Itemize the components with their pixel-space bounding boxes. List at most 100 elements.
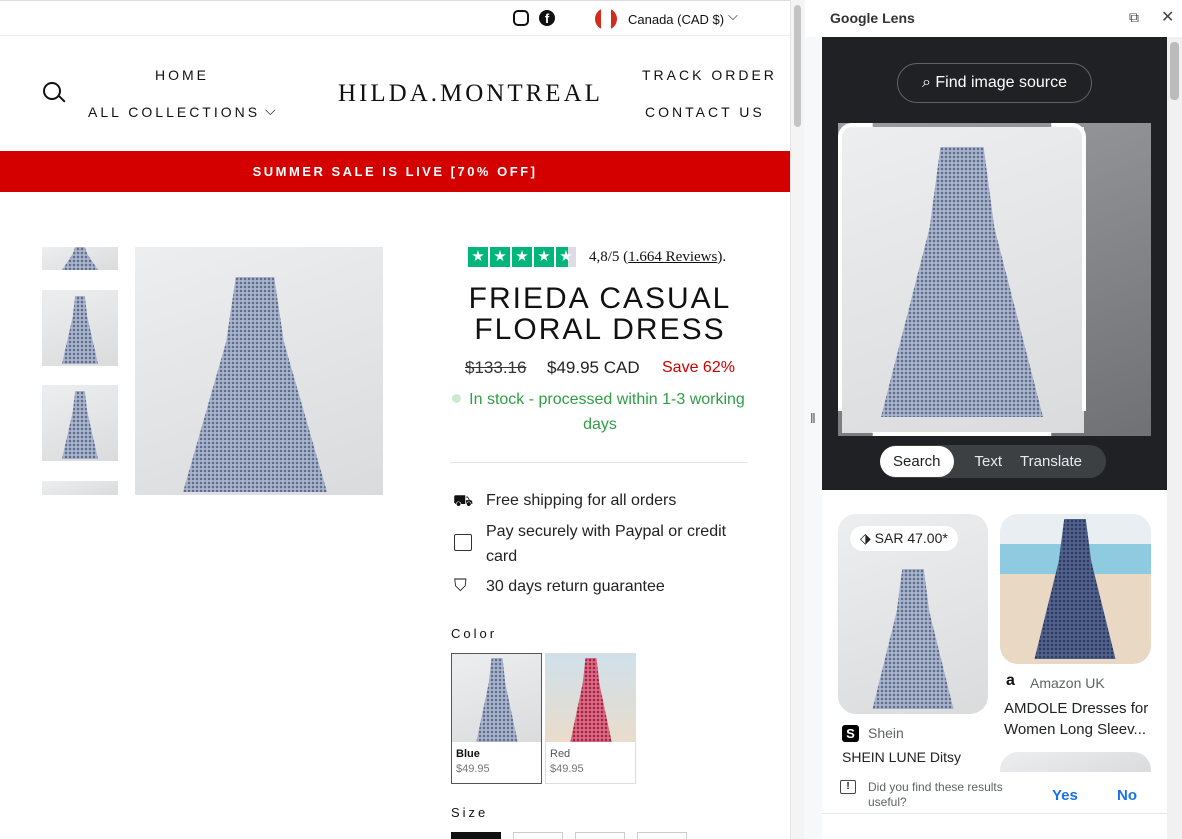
search-icon-handle	[58, 95, 66, 103]
product-title: FRIEDA CASUAL FLORAL DRESS	[450, 283, 750, 345]
lens-scrollbar[interactable]	[1167, 37, 1182, 839]
swatch-image	[546, 654, 635, 742]
star-icon: ★	[468, 247, 488, 267]
swatch-image	[452, 654, 541, 742]
size-label: Size	[451, 805, 489, 820]
price-tag: ⬗ SAR 47.00*	[850, 526, 958, 551]
title-line: Women Long Sleev...	[1004, 721, 1147, 738]
image-search-icon: ⌕	[921, 74, 936, 91]
size-option[interactable]	[637, 832, 687, 839]
title-line: FLORAL DRESS	[474, 313, 726, 346]
feedback-no-button[interactable]: No	[1117, 787, 1137, 804]
top-bar: f Canada (CAD $) ⌵	[0, 1, 790, 36]
lock-icon	[454, 534, 472, 551]
lens-image-panel: ⌕ Find image source Search Text Translat…	[822, 37, 1167, 490]
nav-home[interactable]: HOME	[155, 67, 209, 83]
instagram-icon[interactable]	[513, 10, 529, 26]
result-card-shein[interactable]: ⬗ SAR 47.00* S Shein SHEIN LUNE Ditsy	[838, 514, 988, 769]
title-line: FRIEDA CASUAL	[468, 282, 732, 315]
divider	[450, 462, 748, 463]
question-line: useful?	[868, 795, 907, 809]
star-icon: ★	[512, 247, 532, 267]
original-price: $133.16	[465, 358, 527, 377]
save-badge: Save 62%	[662, 359, 735, 376]
title-line: AMDOLE Dresses for	[1004, 700, 1149, 717]
lens-results: ⬗ SAR 47.00* S Shein SHEIN LUNE Ditsy a …	[822, 490, 1167, 839]
crop-handles[interactable]	[838, 123, 1086, 436]
sale-banner[interactable]: SUMMER SALE IS LIVE [70% OFF]	[0, 151, 790, 192]
star-rating: ★ ★ ★ ★ ★	[468, 247, 576, 267]
thumbnail[interactable]	[42, 290, 118, 366]
color-swatch-red[interactable]: Red $49.95	[545, 653, 636, 784]
chevron-down-icon: ⌵	[728, 8, 738, 23]
lens-header: Google Lens ⧉ ✕	[805, 0, 1182, 37]
thumbnail[interactable]	[42, 247, 118, 270]
feedback-bar: ! Did you find these results useful? Yes …	[822, 772, 1167, 814]
lens-mode-tabs: Search Text Translate	[880, 445, 1106, 478]
size-option[interactable]	[513, 832, 563, 839]
result-source: Amazon UK	[1030, 675, 1105, 691]
swatch-price: $49.95	[550, 763, 584, 775]
feedback-icon: !	[840, 780, 856, 794]
nav-contact-us[interactable]: CONTACT US	[645, 104, 765, 120]
find-image-source-button[interactable]: ⌕ Find image source	[897, 63, 1092, 103]
question-line: Did you find these results	[868, 780, 1003, 794]
swatch-name: Red	[550, 748, 571, 760]
feature-returns: 30 days return guarantee	[486, 578, 665, 595]
find-source-label: Find image source	[935, 74, 1068, 91]
color-swatch-blue[interactable]: Blue $49.95	[451, 653, 542, 784]
thumbnail[interactable]	[42, 385, 118, 461]
canada-flag-icon	[595, 8, 617, 30]
shield-check-icon: ⛉	[454, 576, 467, 595]
lens-title: Google Lens	[830, 10, 915, 26]
currency-selector[interactable]: Canada (CAD $)	[628, 12, 724, 27]
result-title: SHEIN LUNE Ditsy	[842, 749, 962, 765]
chevron-down-icon: ⌵	[265, 102, 276, 118]
stock-status: In stock - processed within 1-3 working d…	[450, 387, 750, 437]
feedback-question: Did you find these results useful?	[868, 780, 1003, 810]
shop-page: f Canada (CAD $) ⌵ HOME ALL COLLECTIONS …	[0, 0, 790, 839]
tab-search[interactable]: Search	[880, 446, 954, 477]
rating-value: 4,8/5	[589, 249, 620, 265]
size-option[interactable]	[575, 832, 625, 839]
truck-icon: ⛟	[453, 493, 474, 510]
result-image	[1000, 514, 1151, 664]
result-image: ⬗ SAR 47.00*	[838, 514, 988, 714]
shein-logo-icon: S	[842, 725, 859, 742]
swatch-name: Blue	[456, 748, 480, 760]
star-icon: ★	[534, 247, 554, 267]
reviews-link[interactable]: 1.664 Reviews	[628, 249, 717, 265]
open-external-icon[interactable]: ⧉	[1129, 9, 1139, 26]
result-card-amazon[interactable]: a Amazon UK AMDOLE Dresses for Women Long…	[1000, 514, 1151, 744]
sale-price: $49.95 CAD	[547, 358, 640, 377]
tab-text[interactable]: Text	[954, 453, 1021, 470]
thumbnail[interactable]	[42, 481, 118, 495]
tab-translate[interactable]: Translate	[1020, 453, 1082, 470]
color-label: Color	[451, 626, 498, 641]
size-option[interactable]	[451, 832, 501, 839]
stock-line: In stock - processed within 1-3 working	[469, 391, 745, 408]
feature-payment-cont: card	[486, 548, 518, 565]
nav-track-order[interactable]: TRACK ORDER	[642, 67, 777, 83]
result-card-partial[interactable]	[1000, 752, 1151, 772]
star-icon: ★	[490, 247, 510, 267]
tag-icon: ⬗	[860, 530, 875, 546]
star-half-icon: ★	[556, 247, 576, 267]
price-value: SAR 47.00*	[874, 530, 948, 546]
rating-text: 4,8/5 (1.664 Reviews).	[589, 249, 727, 265]
stock-line: days	[583, 416, 617, 433]
amazon-logo-icon: a	[1006, 672, 1015, 689]
feedback-yes-button[interactable]: Yes	[1052, 787, 1078, 804]
main-product-image[interactable]	[135, 247, 383, 495]
swatch-price: $49.95	[456, 763, 490, 775]
result-title: AMDOLE Dresses for Women Long Sleev...	[1004, 698, 1148, 740]
close-icon[interactable]: ✕	[1161, 7, 1174, 27]
store-logo[interactable]: HILDA.MONTREAL	[338, 80, 603, 108]
nav-all-collections[interactable]: ALL COLLECTIONS	[88, 104, 260, 120]
facebook-icon[interactable]: f	[539, 10, 555, 26]
page-scrollbar[interactable]	[790, 0, 804, 839]
panel-splitter[interactable]: ‖	[804, 0, 822, 839]
result-source: Shein	[868, 725, 904, 741]
feature-shipping: Free shipping for all orders	[486, 492, 677, 509]
feature-payment: Pay securely with Paypal or credit	[486, 523, 727, 540]
